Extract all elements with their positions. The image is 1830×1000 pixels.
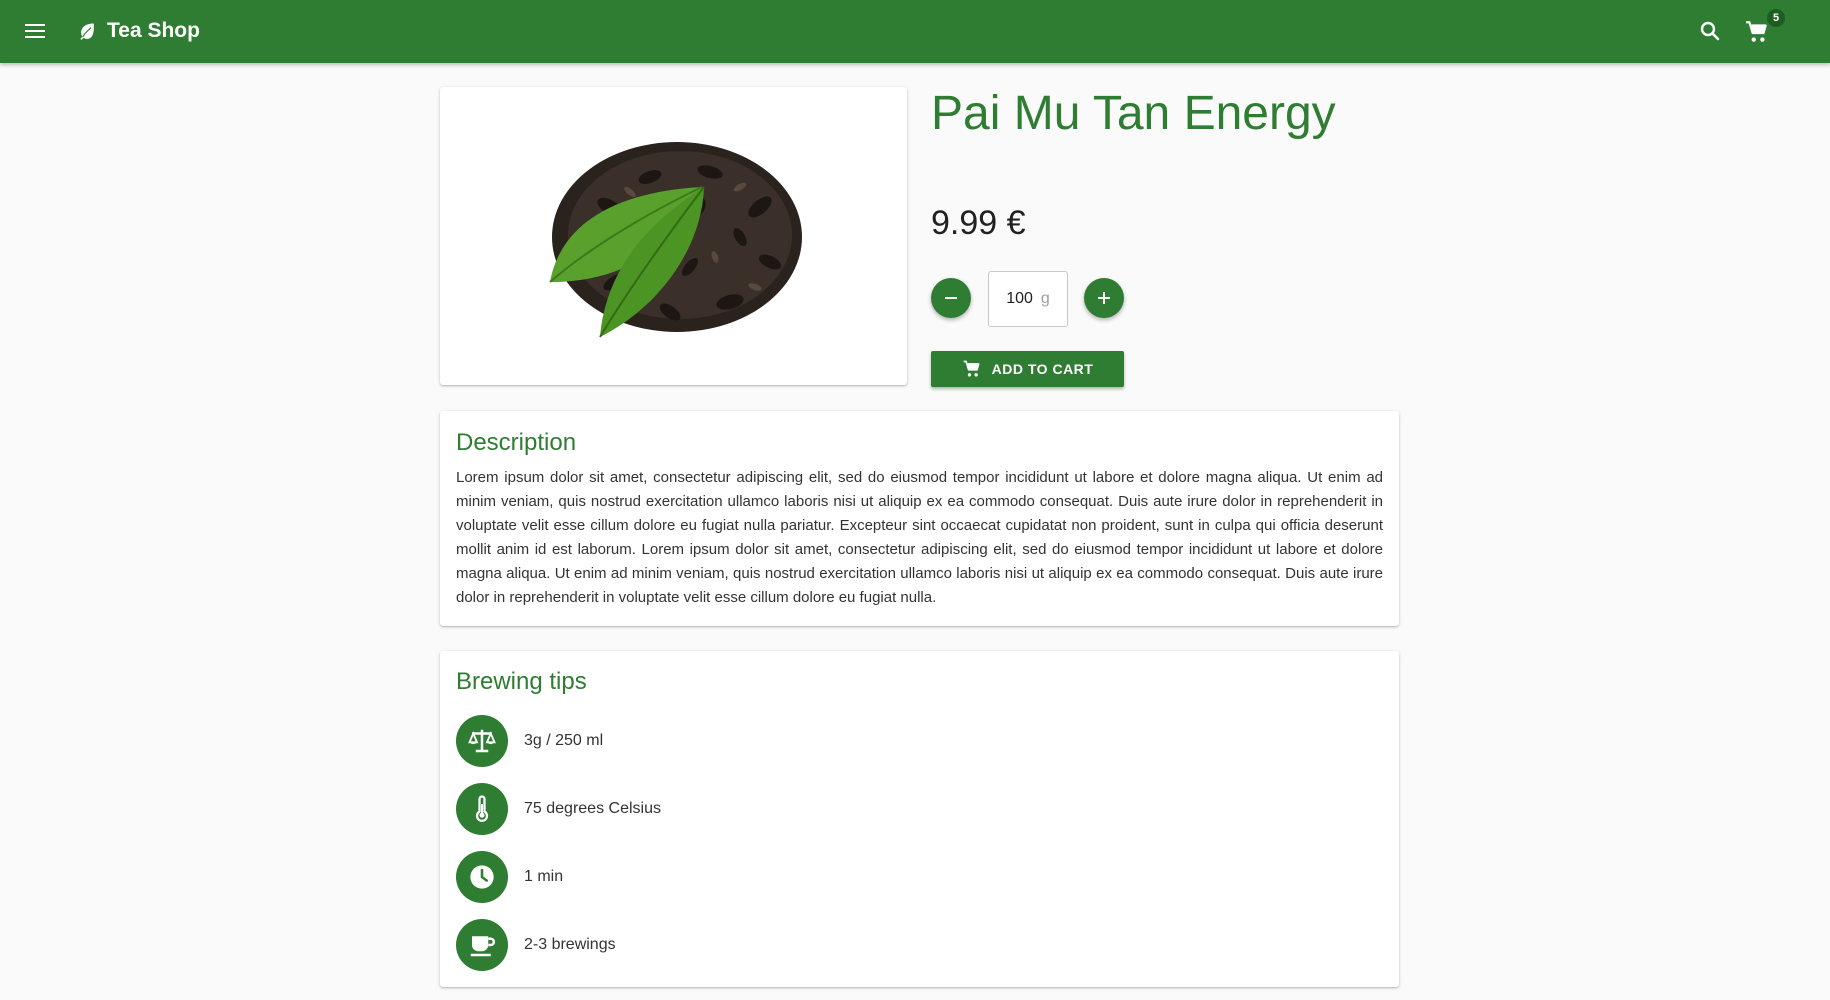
description-heading: Description	[456, 429, 577, 456]
brewing-tip-text: 1 min	[524, 868, 564, 885]
increase-quantity-button[interactable]	[1084, 278, 1124, 318]
quantity-value[interactable]: 100	[1006, 290, 1033, 308]
brewing-tip-dosage: 3g / 250 ml	[456, 715, 603, 767]
cart-count-badge: 5	[1767, 9, 1785, 27]
cup-icon	[456, 919, 508, 971]
app-title[interactable]: Tea Shop	[107, 19, 200, 43]
app-bar: Tea Shop 5	[0, 0, 1830, 63]
quantity-stepper[interactable]: 100 g	[988, 271, 1068, 327]
brewing-tip-temperature: 75 degrees Celsius	[456, 783, 661, 835]
search-icon[interactable]	[1698, 19, 1722, 43]
add-to-cart-button[interactable]: ADD TO CART	[931, 351, 1124, 387]
leaf-icon	[80, 23, 94, 40]
brewing-tip-text: 75 degrees Celsius	[524, 800, 661, 817]
add-to-cart-label: ADD TO CART	[991, 361, 1094, 377]
menu-icon[interactable]	[23, 19, 47, 43]
product-title: Pai Mu Tan Energy	[931, 87, 1336, 140]
decrease-quantity-button[interactable]	[931, 278, 971, 318]
brewing-tip-brewings: 2-3 brewings	[456, 919, 616, 971]
cart-icon[interactable]	[1744, 19, 1770, 45]
minus-icon	[945, 297, 957, 299]
tea-leaves-image	[549, 142, 802, 338]
brewing-tip-time: 1 min	[456, 851, 563, 903]
clock-icon	[456, 851, 508, 903]
description-text: Lorem ipsum dolor sit amet, consectetur …	[456, 469, 1383, 606]
brewing-tips-heading: Brewing tips	[456, 668, 587, 695]
scale-icon	[456, 715, 508, 767]
thermometer-icon	[456, 783, 508, 835]
brewing-tip-text: 2-3 brewings	[524, 936, 616, 953]
brewing-tips-card: Brewing tips 3g / 250 ml 75 degrees Cels…	[440, 651, 1399, 987]
description-card: Description Lorem ipsum dolor sit amet, …	[440, 411, 1399, 626]
product-image-card	[440, 87, 907, 385]
brewing-tip-text: 3g / 250 ml	[524, 732, 604, 749]
quantity-unit: g	[1040, 290, 1050, 307]
plus-icon	[1098, 292, 1110, 304]
product-price: 9.99 €	[931, 204, 1026, 242]
cart-icon	[963, 360, 980, 377]
